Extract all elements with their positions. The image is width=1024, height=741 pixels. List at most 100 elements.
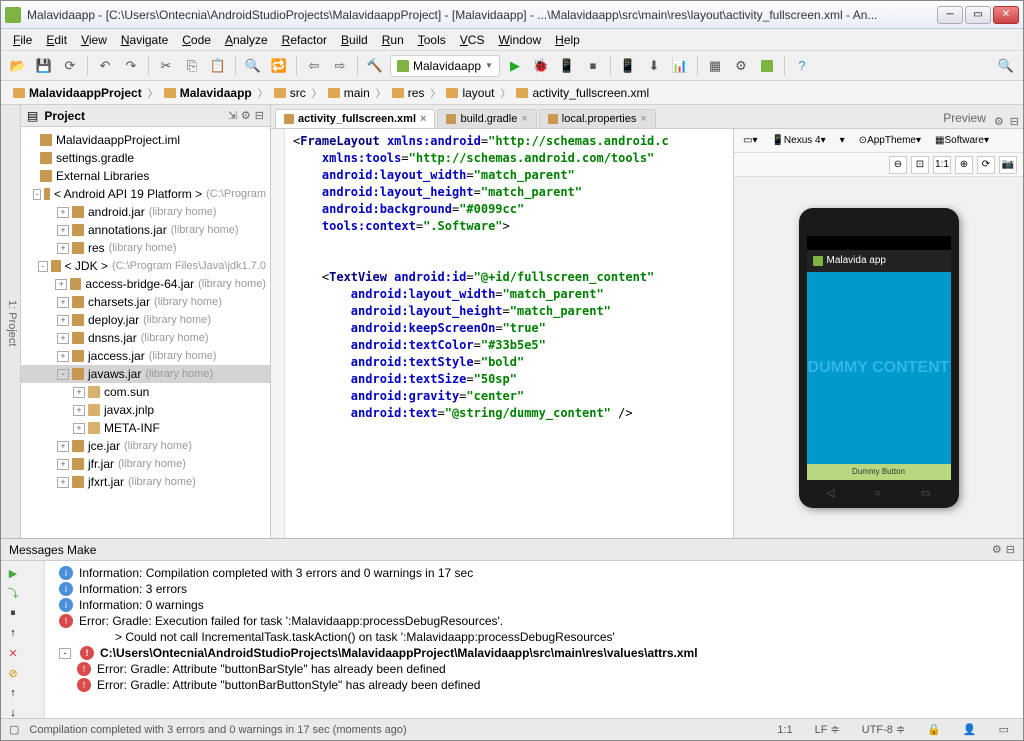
breadcrumb[interactable]: res [386, 84, 431, 102]
rerun-icon[interactable]: ▶ [5, 565, 21, 581]
caret-position[interactable]: 1:1 [771, 724, 798, 736]
stop-icon[interactable]: ⏹ [582, 55, 604, 77]
structure-icon[interactable]: ▦ [704, 55, 726, 77]
make-icon[interactable]: 🔨 [364, 55, 386, 77]
back-icon[interactable]: ⇦ [303, 55, 325, 77]
messages-gear-icon[interactable]: ⚙ [992, 543, 1002, 556]
prev-icon[interactable]: ↑ [5, 685, 21, 701]
render-selector[interactable]: ▦Software▾ [930, 133, 994, 148]
menu-help[interactable]: Help [549, 31, 586, 49]
tree-item[interactable]: +jce.jar(library home) [21, 437, 270, 455]
zoom-actual-icon[interactable]: 1:1 [933, 156, 951, 174]
tree-item[interactable]: +charsets.jar(library home) [21, 293, 270, 311]
device-selector[interactable]: 📱Nexus 4▾ [766, 133, 830, 148]
zoom-out-icon[interactable]: ⊖ [889, 156, 907, 174]
run-icon[interactable]: ▶ [504, 55, 526, 77]
menu-navigate[interactable]: Navigate [115, 31, 174, 49]
capture-icon[interactable]: 📷 [999, 156, 1017, 174]
breadcrumb[interactable]: MalavidaappProject [7, 84, 148, 102]
close-tab-icon[interactable]: × [420, 113, 426, 125]
tree-item[interactable]: -< Android API 19 Platform >(C:\Program [21, 185, 270, 203]
undo-icon[interactable]: ↶ [94, 55, 116, 77]
lock-icon[interactable]: 🔒 [921, 723, 947, 736]
message-row[interactable]: iInformation: 3 errors [49, 581, 1019, 597]
tree-item[interactable]: +dnsns.jar(library home) [21, 329, 270, 347]
tree-item[interactable]: -< JDK >(C:\Program Files\Java\jdk1.7.0 [21, 257, 270, 275]
tree-item[interactable]: +access-bridge-64.jar(library home) [21, 275, 270, 293]
close-tab-icon[interactable]: × [521, 113, 527, 125]
debug-icon[interactable]: 🐞 [530, 55, 552, 77]
rerun-down-icon[interactable]: ⤵ [5, 585, 21, 601]
avd-icon[interactable]: 📱 [617, 55, 639, 77]
stop-messages-icon[interactable]: ✕ [5, 645, 21, 661]
menu-window[interactable]: Window [492, 31, 547, 49]
message-row[interactable]: !Error: Gradle: Execution failed for tas… [49, 613, 1019, 629]
message-row[interactable]: !Error: Gradle: Attribute "buttonBarButt… [49, 677, 1019, 693]
redo-icon[interactable]: ↷ [120, 55, 142, 77]
menu-view[interactable]: View [75, 31, 113, 49]
attach-icon[interactable]: 📱 [556, 55, 578, 77]
open-icon[interactable]: 📂 [7, 55, 29, 77]
hide-icon[interactable]: ⊟ [255, 109, 264, 122]
project-tree[interactable]: MalavidaappProject.imlsettings.gradleExt… [21, 127, 270, 538]
menu-build[interactable]: Build [335, 31, 374, 49]
close-button[interactable]: ✕ [993, 6, 1019, 24]
menu-run[interactable]: Run [376, 31, 410, 49]
message-row[interactable]: !Error: Gradle: Attribute "buttonBarStyl… [49, 661, 1019, 677]
up-icon[interactable]: ↑ [5, 625, 21, 641]
tree-item[interactable]: External Libraries [21, 167, 270, 185]
encoding[interactable]: UTF-8 ≑ [856, 723, 911, 736]
tree-item[interactable]: +res(library home) [21, 239, 270, 257]
editor-tab[interactable]: local.properties× [539, 109, 656, 128]
cut-icon[interactable]: ✂ [155, 55, 177, 77]
menu-analyze[interactable]: Analyze [219, 31, 274, 49]
tree-item[interactable]: +annotations.jar(library home) [21, 221, 270, 239]
breadcrumb[interactable]: layout [440, 84, 500, 102]
pause-icon[interactable]: ⏸ [5, 605, 21, 621]
menu-refactor[interactable]: Refactor [276, 31, 333, 49]
refresh-preview-icon[interactable]: ⟳ [977, 156, 995, 174]
tree-item[interactable]: +com.sun [21, 383, 270, 401]
menu-file[interactable]: File [7, 31, 38, 49]
tree-item[interactable]: MalavidaappProject.iml [21, 131, 270, 149]
tree-item[interactable]: +android.jar(library home) [21, 203, 270, 221]
code-editor[interactable]: <FrameLayout xmlns:android="http://schem… [285, 129, 733, 538]
tree-item[interactable]: +jfxrt.jar(library home) [21, 473, 270, 491]
menu-edit[interactable]: Edit [40, 31, 73, 49]
maximize-button[interactable]: ▭ [965, 6, 991, 24]
menu-code[interactable]: Code [176, 31, 217, 49]
tree-item[interactable]: -javaws.jar(library home) [21, 365, 270, 383]
status-toggle-icon[interactable]: ▢ [9, 723, 19, 736]
run-config-selector[interactable]: Malavidaapp ▼ [390, 55, 500, 77]
messages-hide-icon[interactable]: ⊟ [1006, 543, 1015, 556]
next-icon[interactable]: ↓ [5, 705, 21, 718]
breadcrumb[interactable]: Malavidaapp [158, 84, 258, 102]
breadcrumb[interactable]: activity_fullscreen.xml [510, 84, 655, 102]
breadcrumb[interactable]: src [268, 84, 312, 102]
message-row[interactable]: > Could not call IncrementalTask.taskAct… [49, 629, 1019, 645]
tree-item[interactable]: +jaccess.jar(library home) [21, 347, 270, 365]
message-row[interactable]: iInformation: 0 warnings [49, 597, 1019, 613]
minimize-button[interactable]: ─ [937, 6, 963, 24]
android-tool-icon[interactable] [756, 55, 778, 77]
filter-icon[interactable]: ⊘ [5, 665, 21, 681]
menu-tools[interactable]: Tools [412, 31, 452, 49]
tree-item[interactable]: +javax.jnlp [21, 401, 270, 419]
messages-list[interactable]: iInformation: Compilation completed with… [45, 561, 1023, 718]
editor-tab[interactable]: build.gradle× [437, 109, 536, 128]
zoom-fit-icon[interactable]: ⊡ [911, 156, 929, 174]
save-icon[interactable]: 💾 [33, 55, 55, 77]
message-row[interactable]: iInformation: Compilation completed with… [49, 565, 1019, 581]
gear-icon[interactable]: ⚙ [241, 109, 251, 122]
replace-icon[interactable]: 🔁 [268, 55, 290, 77]
tree-item[interactable]: +deploy.jar(library home) [21, 311, 270, 329]
tree-item[interactable]: +META-INF [21, 419, 270, 437]
orientation-icon[interactable]: ▭▾ [738, 133, 762, 148]
editor-tab[interactable]: activity_fullscreen.xml× [275, 109, 435, 128]
monitor-icon[interactable]: 📊 [669, 55, 691, 77]
collapse-icon[interactable]: ⇲ [228, 109, 237, 122]
project-tool-tab[interactable]: 1: Project [4, 294, 20, 352]
theme-selector[interactable]: ⊙AppTheme▾ [854, 133, 926, 148]
help-icon[interactable]: ? [791, 55, 813, 77]
copy-icon[interactable]: ⎘ [181, 55, 203, 77]
